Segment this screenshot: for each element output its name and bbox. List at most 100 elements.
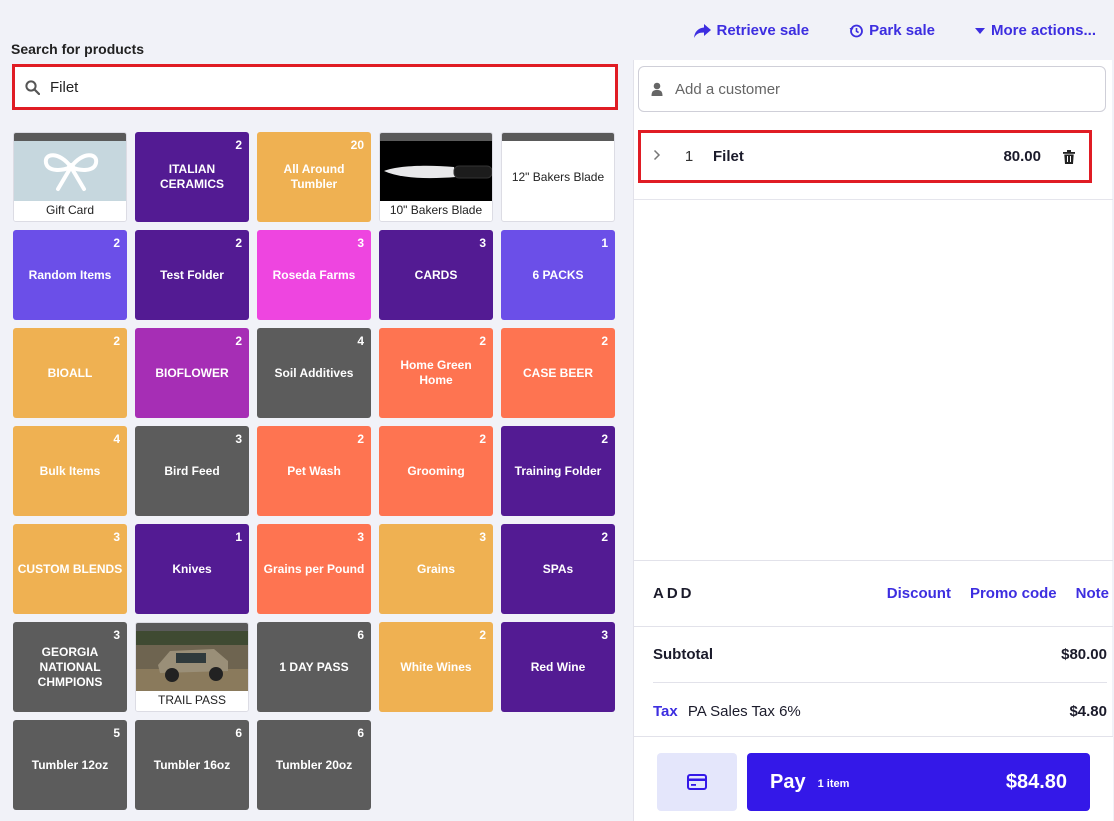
tile-count-badge: 2 (601, 334, 608, 348)
tile-label: Roseda Farms (272, 267, 356, 282)
caret-down-icon (974, 27, 985, 34)
tile-label: CARDS (414, 267, 458, 282)
retrieve-sale-button[interactable]: Retrieve sale (693, 22, 810, 39)
tile-count-badge: 3 (357, 530, 364, 544)
tile-count-badge: 6 (357, 726, 364, 740)
product-tile[interactable]: 3 Grains per Pound (257, 524, 371, 614)
product-tile[interactable]: 2 Test Folder (135, 230, 249, 320)
product-tile[interactable]: 2 BIOALL (13, 328, 127, 418)
tile-topbar (502, 133, 614, 141)
tile-count-badge: 3 (113, 628, 120, 642)
tile-label: GEORGIA NATIONAL CHMPIONS (37, 644, 103, 689)
note-link[interactable]: Note (1076, 585, 1109, 602)
product-tile[interactable]: TRAIL PASS (135, 622, 249, 712)
product-tile[interactable]: 3 Roseda Farms (257, 230, 371, 320)
product-tile[interactable]: 2 Training Folder (501, 426, 615, 516)
tile-count-badge: 2 (479, 432, 486, 446)
divider (634, 199, 1113, 200)
product-tile[interactable]: 4 Soil Additives (257, 328, 371, 418)
tile-count-badge: 3 (235, 432, 242, 446)
product-tile[interactable]: 3 Bird Feed (135, 426, 249, 516)
tile-label: TRAIL PASS (136, 689, 248, 711)
product-search[interactable] (12, 64, 618, 110)
product-tile[interactable]: 6 Tumbler 20oz (257, 720, 371, 810)
tile-count-badge: 3 (601, 628, 608, 642)
product-tile[interactable]: 10" Bakers Blade (379, 132, 493, 222)
tile-label: Pet Wash (287, 463, 341, 478)
line-item-qty[interactable]: 1 (673, 148, 705, 165)
park-sale-button[interactable]: Park sale (849, 22, 935, 39)
product-tile[interactable]: 1 6 PACKS (501, 230, 615, 320)
tile-count-badge: 2 (235, 236, 242, 250)
search-input[interactable] (50, 78, 590, 96)
tile-count-badge: 2 (601, 530, 608, 544)
product-tile[interactable]: 6 Tumbler 16oz (135, 720, 249, 810)
product-tile[interactable]: 5 Tumbler 12oz (13, 720, 127, 810)
tile-label: Random Items (28, 267, 112, 282)
product-tile[interactable]: 3 CARDS (379, 230, 493, 320)
tile-label: Grains per Pound (263, 561, 365, 576)
tile-image (14, 141, 126, 201)
line-item-name: Filet (713, 148, 744, 165)
product-tile[interactable]: 3 Red Wine (501, 622, 615, 712)
customer-field[interactable] (638, 66, 1106, 112)
tile-label: All Around Tumbler (283, 162, 345, 191)
customer-input[interactable] (675, 80, 1075, 98)
search-label: Search for products (11, 41, 145, 57)
product-tile[interactable]: 3 CUSTOM BLENDS (13, 524, 127, 614)
tile-label: 6 PACKS (532, 267, 584, 282)
product-tile[interactable]: 12" Bakers Blade (501, 132, 615, 222)
user-icon (651, 82, 663, 96)
tile-count-badge: 4 (113, 432, 120, 446)
cart-line-item[interactable]: 1 Filet 80.00 (638, 130, 1092, 183)
subtotal-value: $80.00 (1061, 646, 1107, 663)
tile-label: Red Wine (530, 659, 586, 674)
product-tile[interactable]: 2 White Wines (379, 622, 493, 712)
product-tile[interactable]: 3 Grains (379, 524, 493, 614)
tile-label: CUSTOM BLENDS (17, 561, 123, 576)
product-tile[interactable]: 1 Knives (135, 524, 249, 614)
product-tile[interactable]: 6 1 DAY PASS (257, 622, 371, 712)
discount-link[interactable]: Discount (887, 585, 951, 602)
tax-link[interactable]: Tax (653, 703, 678, 720)
tile-count-badge: 3 (479, 530, 486, 544)
tile-topbar (380, 133, 492, 141)
product-tile[interactable]: 2 Random Items (13, 230, 127, 320)
more-actions-button[interactable]: More actions... (974, 22, 1096, 39)
park-sale-label: Park sale (869, 22, 935, 39)
product-tile[interactable]: 2 SPAs (501, 524, 615, 614)
product-tile[interactable]: 2 ITALIAN CERAMICS (135, 132, 249, 222)
tile-topbar (136, 623, 248, 631)
promo-code-link[interactable]: Promo code (970, 585, 1057, 602)
tile-label: Tumbler 12oz (31, 757, 109, 772)
product-tile[interactable]: 4 Bulk Items (13, 426, 127, 516)
chevron-right-icon[interactable] (641, 148, 673, 166)
top-actions: Retrieve sale Park sale More actions... (693, 22, 1096, 39)
card-payment-button[interactable] (657, 753, 737, 811)
subtotal-row: Subtotal $80.00 (653, 627, 1107, 683)
tile-count-badge: 2 (601, 432, 608, 446)
product-tile[interactable]: 2 CASE BEER (501, 328, 615, 418)
tile-count-badge: 5 (113, 726, 120, 740)
tile-count-badge: 3 (479, 236, 486, 250)
product-tile[interactable]: 2 Grooming (379, 426, 493, 516)
pay-button[interactable]: Pay 1 item $84.80 (747, 753, 1090, 811)
product-tile[interactable]: 20 All Around Tumbler (257, 132, 371, 222)
trash-icon[interactable] (1063, 149, 1075, 164)
tile-count-badge: 2 (235, 334, 242, 348)
product-tile[interactable]: Gift Card (13, 132, 127, 222)
history-icon (849, 24, 863, 37)
product-tile[interactable]: 2 BIOFLOWER (135, 328, 249, 418)
add-title: ADD (653, 585, 695, 602)
tile-label: Soil Additives (274, 365, 354, 380)
tile-topbar (14, 133, 126, 141)
product-tile[interactable]: 2 Home Green Home (379, 328, 493, 418)
product-tile[interactable]: 3 GEORGIA NATIONAL CHMPIONS (13, 622, 127, 712)
tile-label: Grooming (407, 463, 465, 478)
tile-image (380, 141, 492, 201)
product-tile[interactable]: 2 Pet Wash (257, 426, 371, 516)
tile-label: Bulk Items (39, 463, 101, 478)
retrieve-sale-label: Retrieve sale (716, 22, 810, 39)
tax-row: Tax PA Sales Tax 6% $4.80 (634, 683, 1113, 739)
tile-count-badge: 4 (357, 334, 364, 348)
